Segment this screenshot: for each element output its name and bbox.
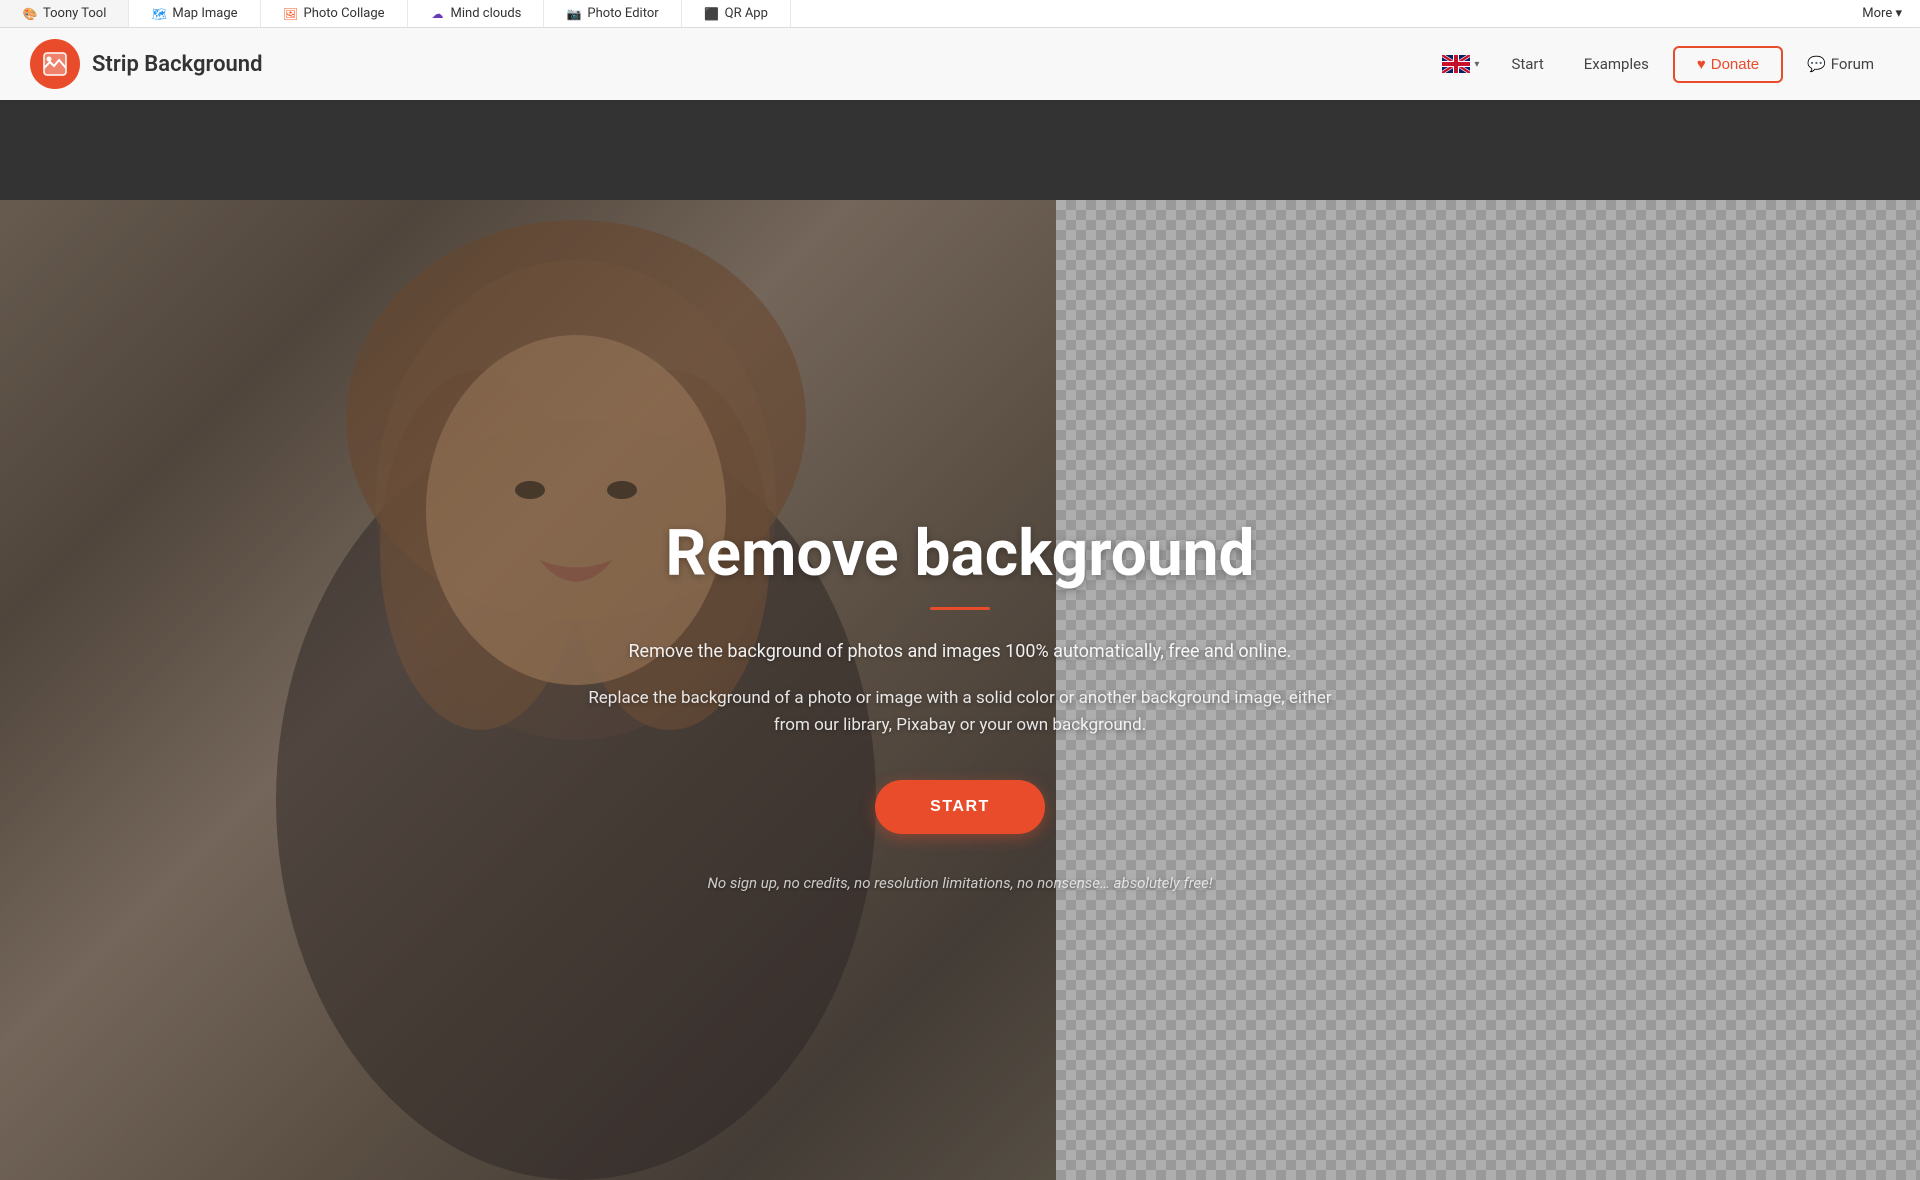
hero-note: No sign up, no credits, no resolution li… xyxy=(580,874,1340,892)
heart-icon: ♥ xyxy=(1697,56,1706,73)
hero-subtitle: Remove the background of photos and imag… xyxy=(580,638,1340,667)
language-selector[interactable]: ▾ xyxy=(1434,51,1487,77)
toony-tool-label: Toony Tool xyxy=(43,6,106,21)
nav-start-link[interactable]: Start xyxy=(1495,47,1559,81)
hero-section: Remove background Remove the background … xyxy=(0,200,1920,1180)
top-nav-more-button[interactable]: More ▾ xyxy=(1844,0,1920,27)
top-nav-bar: 🎨 Toony Tool 🗺 Map Image 🖼 Photo Collage… xyxy=(0,0,1920,28)
main-header: Strip Background ▾ Start xyxy=(0,28,1920,100)
app-logo-text: Strip Background xyxy=(92,52,262,77)
nav-photo-collage[interactable]: 🖼 Photo Collage xyxy=(261,0,408,27)
nav-mind-clouds[interactable]: ☁ Mind clouds xyxy=(408,0,545,27)
language-chevron-icon: ▾ xyxy=(1474,59,1479,70)
start-button[interactable]: START xyxy=(875,780,1045,834)
photo-editor-icon: 📷 xyxy=(566,6,582,22)
photo-editor-label: Photo Editor xyxy=(587,6,658,21)
hero-title-divider xyxy=(930,607,990,610)
qr-app-icon: ⬛ xyxy=(704,6,720,22)
hero-content: Remove background Remove the background … xyxy=(560,496,1360,911)
nav-qr-app[interactable]: ⬛ QR App xyxy=(682,0,791,27)
map-image-label: Map Image xyxy=(172,6,237,21)
nav-examples-link[interactable]: Examples xyxy=(1568,47,1665,81)
nav-forum-link[interactable]: 💬 Forum xyxy=(1791,47,1890,81)
nav-photo-editor[interactable]: 📷 Photo Editor xyxy=(544,0,681,27)
photo-collage-icon: 🖼 xyxy=(283,6,299,22)
nav-map-image[interactable]: 🗺 Map Image xyxy=(129,0,260,27)
header-nav: ▾ Start Examples ♥ Donate 💬 Forum xyxy=(1434,46,1890,83)
app-logo-icon xyxy=(30,39,80,89)
mind-clouds-label: Mind clouds xyxy=(451,6,522,21)
hero-title: Remove background xyxy=(580,516,1340,591)
toony-tool-icon: 🎨 xyxy=(22,6,38,22)
map-image-icon: 🗺 xyxy=(151,6,167,22)
qr-app-label: QR App xyxy=(725,6,768,21)
mind-clouds-icon: ☁ xyxy=(430,6,446,22)
donate-button[interactable]: ♥ Donate xyxy=(1673,46,1783,83)
forum-icon: 💬 xyxy=(1807,55,1826,73)
nav-toony-tool[interactable]: 🎨 Toony Tool xyxy=(0,0,129,27)
uk-flag-icon xyxy=(1442,55,1470,73)
photo-collage-label: Photo Collage xyxy=(304,6,385,21)
hero-description: Replace the background of a photo or ima… xyxy=(580,685,1340,739)
logo-area: Strip Background xyxy=(30,39,262,89)
